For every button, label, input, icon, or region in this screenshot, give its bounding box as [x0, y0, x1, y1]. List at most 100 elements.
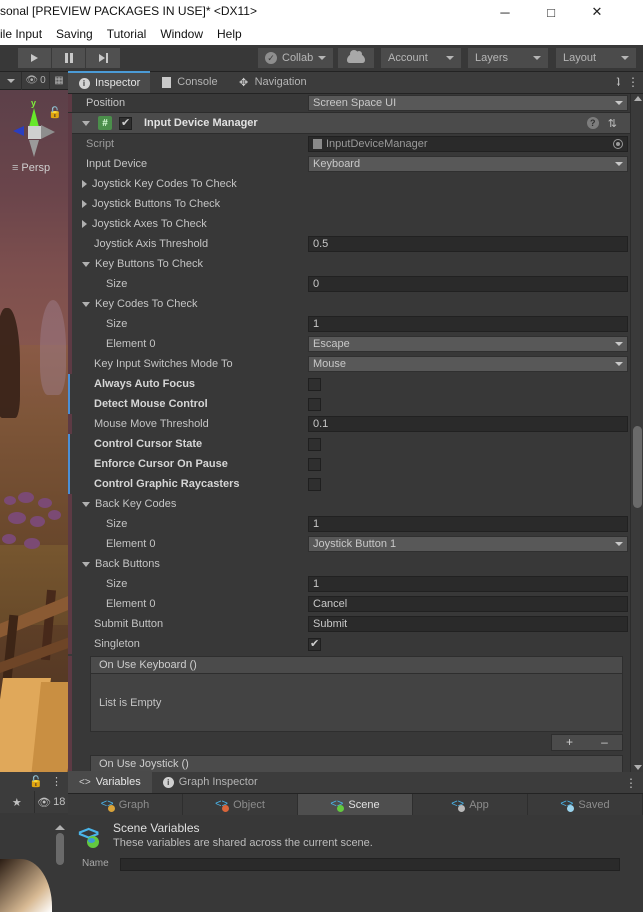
menu-item-file-input[interactable]: ile Input	[0, 24, 49, 45]
tab-variables[interactable]: <> Variables	[68, 771, 152, 793]
foldout-open-icon[interactable]	[82, 561, 90, 567]
property-value-popup[interactable]: Escape	[308, 336, 628, 352]
property-value-popup[interactable]: Screen Space UI	[308, 95, 628, 111]
thumbnail-preview	[0, 859, 52, 912]
menu-item-saving[interactable]: Saving	[49, 24, 100, 45]
add-listener-button[interactable]: +	[552, 735, 587, 750]
tab-navigation[interactable]: ✥ Navigation	[228, 71, 317, 93]
help-icon[interactable]: ?	[586, 117, 599, 129]
layout-dropdown[interactable]: Layout	[556, 48, 636, 68]
layers-dropdown[interactable]: Layers	[468, 48, 548, 68]
minimize-button[interactable]: ─	[482, 0, 528, 24]
property-value-popup[interactable]: Keyboard	[308, 156, 628, 172]
tab-console[interactable]: Console	[150, 71, 227, 93]
property-row: Key Input Switches Mode To Mouse	[68, 354, 643, 374]
property-label: Key Buttons To Check	[95, 258, 204, 270]
menu-item-tutorial[interactable]: Tutorial	[100, 24, 154, 45]
collab-button[interactable]: ✓ Collab	[258, 48, 334, 68]
lock-icon[interactable]: ʇ	[617, 75, 620, 89]
property-checkbox[interactable]	[308, 437, 321, 451]
property-value-field[interactable]: InputDeviceManager	[308, 136, 628, 152]
tab-inspector[interactable]: i Inspector	[68, 71, 151, 93]
property-row: Element 0 Escape	[68, 334, 643, 354]
property-value-popup[interactable]: Joystick Button 1	[308, 536, 628, 552]
property-label: Size	[106, 578, 128, 590]
scene-gizmos-toggle[interactable]: ▦	[50, 72, 68, 90]
property-checkbox[interactable]	[308, 397, 321, 411]
property-value-field[interactable]: 1	[308, 576, 628, 592]
cloud-icon	[347, 49, 365, 63]
menu-item-window[interactable]: Window	[153, 24, 210, 45]
foldout-closed-icon[interactable]	[82, 180, 87, 188]
tab-graph-inspector[interactable]: i Graph Inspector	[152, 771, 269, 793]
foldout-open-icon[interactable]	[82, 261, 90, 267]
prefab-indicator	[68, 234, 72, 254]
favorites-button[interactable]: ★	[0, 791, 35, 813]
property-value-text: InputDeviceManager	[326, 138, 428, 150]
component-foldout-icon[interactable]	[82, 120, 90, 126]
property-value-field[interactable]: 0	[308, 276, 628, 292]
property-checkbox[interactable]	[308, 477, 321, 491]
scene-projection-label[interactable]: Persp	[12, 162, 50, 174]
property-value-text: Mouse	[313, 358, 347, 370]
close-button[interactable]: ✕	[574, 0, 620, 24]
event-header[interactable]: On Use Keyboard ()	[90, 656, 623, 674]
scrollbar-thumb[interactable]	[633, 426, 642, 508]
step-button[interactable]	[86, 48, 120, 68]
foldout-open-icon[interactable]	[82, 301, 90, 307]
maximize-button[interactable]: □	[528, 0, 574, 24]
property-checkbox[interactable]	[308, 457, 321, 471]
scope-tab-graph[interactable]: <> Graph	[68, 794, 183, 815]
event-header[interactable]: On Use Joystick ()	[90, 755, 623, 772]
hierarchy-scrollbar[interactable]	[55, 825, 65, 869]
scope-tab-scene[interactable]: <> Scene	[298, 794, 413, 815]
kebab-menu-icon[interactable]: ⋮	[625, 776, 637, 790]
variable-name-input[interactable]	[120, 858, 620, 871]
gizmo-z-axis-icon	[13, 126, 24, 136]
prefab-indicator	[68, 334, 72, 354]
property-value-field[interactable]: Cancel	[308, 596, 628, 612]
property-value-text: 0.1	[313, 418, 329, 430]
property-label: Position	[86, 97, 126, 109]
component-enabled-checkbox[interactable]	[119, 116, 132, 130]
inspector-scrollbar[interactable]	[630, 94, 643, 772]
account-dropdown[interactable]: Account	[381, 48, 461, 68]
scope-tab-app[interactable]: <> App	[413, 794, 528, 815]
pause-button[interactable]	[52, 48, 86, 68]
property-value-field[interactable]: 1	[308, 516, 628, 532]
variable-name-label: Name	[82, 858, 109, 869]
override-indicator	[68, 434, 70, 454]
remove-listener-button[interactable]: –	[587, 735, 622, 750]
property-value-field[interactable]: 0.1	[308, 416, 628, 432]
scene-view-canvas[interactable]: y 🔓 Persp	[0, 90, 68, 772]
foldout-closed-icon[interactable]	[82, 200, 87, 208]
property-value-field[interactable]: Submit	[308, 616, 628, 632]
scene-lock-icon[interactable]: 🔓	[48, 106, 62, 119]
scope-tab-saved[interactable]: <> Saved	[528, 794, 643, 815]
scene-visibility-toggle[interactable]: 👁 0	[22, 72, 50, 90]
scene-shading-dropdown[interactable]	[0, 72, 22, 90]
cloud-button[interactable]	[338, 48, 374, 68]
lock-icon[interactable]: 🔓	[29, 775, 43, 788]
property-checkbox[interactable]	[308, 637, 321, 651]
scroll-down-icon[interactable]	[634, 765, 642, 770]
property-value-field[interactable]: 1	[308, 316, 628, 332]
scroll-up-icon[interactable]	[55, 825, 65, 830]
editor-toolbar: ✓ Collab Account Layers Layout	[0, 45, 643, 72]
scroll-up-icon[interactable]	[634, 96, 642, 101]
kebab-menu-icon[interactable]: ⋮	[627, 75, 639, 89]
scope-tab-object[interactable]: <> Object	[183, 794, 298, 815]
visibility-button[interactable]: 👁 18	[34, 791, 68, 813]
menu-item-help[interactable]: Help	[210, 24, 249, 45]
component-header-input-device-manager[interactable]: # Input Device Manager ? ⇅ ⋮	[68, 112, 643, 135]
property-checkbox[interactable]	[308, 377, 321, 391]
foldout-open-icon[interactable]	[82, 501, 90, 507]
kebab-menu-icon[interactable]: ⋮	[51, 775, 62, 788]
scrollbar-thumb[interactable]	[56, 833, 64, 865]
property-value-field[interactable]: 0.5	[308, 236, 628, 252]
property-value-popup[interactable]: Mouse	[308, 356, 628, 372]
foldout-closed-icon[interactable]	[82, 220, 87, 228]
preset-icon[interactable]: ⇅	[608, 117, 617, 130]
object-picker-icon[interactable]	[613, 139, 623, 149]
play-button[interactable]	[18, 48, 52, 68]
